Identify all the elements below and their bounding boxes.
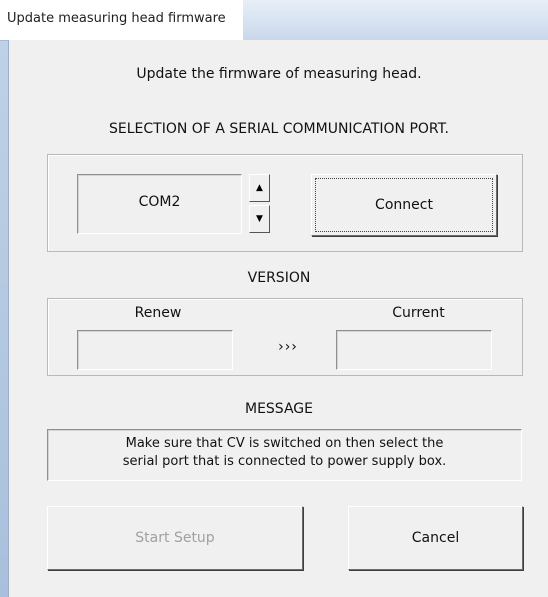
intro-text: Update the firmware of measuring head.	[136, 66, 422, 82]
port-spin-up-button[interactable]: ▲	[249, 174, 270, 202]
dialog-window: Update measuring head firmware Update th…	[0, 0, 548, 597]
version-group: Renew Current ›››	[47, 298, 523, 376]
window-title: Update measuring head firmware	[7, 11, 226, 26]
current-label: Current	[392, 305, 445, 321]
start-setup-button[interactable]: Start Setup	[47, 506, 303, 570]
arrow-down-icon: ▼	[256, 214, 263, 224]
version-section-heading: VERSION	[247, 270, 311, 286]
title-tab: Update measuring head firmware	[0, 0, 243, 41]
title-bar[interactable]: Update measuring head firmware	[0, 0, 548, 41]
dialog-client-area: Update the firmware of measuring head. S…	[8, 40, 548, 597]
port-value: COM2	[138, 194, 181, 210]
message-line-1: Make sure that CV is switched on then se…	[125, 436, 444, 451]
message-section-heading: MESSAGE	[245, 401, 313, 417]
renew-label: Renew	[134, 305, 182, 321]
message-box: Make sure that CV is switched on then se…	[47, 429, 522, 481]
cancel-button[interactable]: Cancel	[348, 506, 523, 570]
renew-version-field	[77, 330, 233, 370]
port-section-heading: SELECTION OF A SERIAL COMMUNICATION PORT…	[109, 121, 449, 137]
connect-button[interactable]: Connect	[311, 174, 497, 236]
port-value-display: COM2	[77, 174, 242, 234]
message-line-2: serial port that is connected to power s…	[122, 454, 447, 469]
port-selection-group: COM2 ▲ ▼ Connect	[47, 154, 523, 252]
port-spin-down-button[interactable]: ▼	[249, 205, 270, 233]
arrow-up-icon: ▲	[256, 183, 263, 193]
current-version-field	[336, 330, 492, 370]
arrow-icon: ›››	[278, 339, 298, 355]
